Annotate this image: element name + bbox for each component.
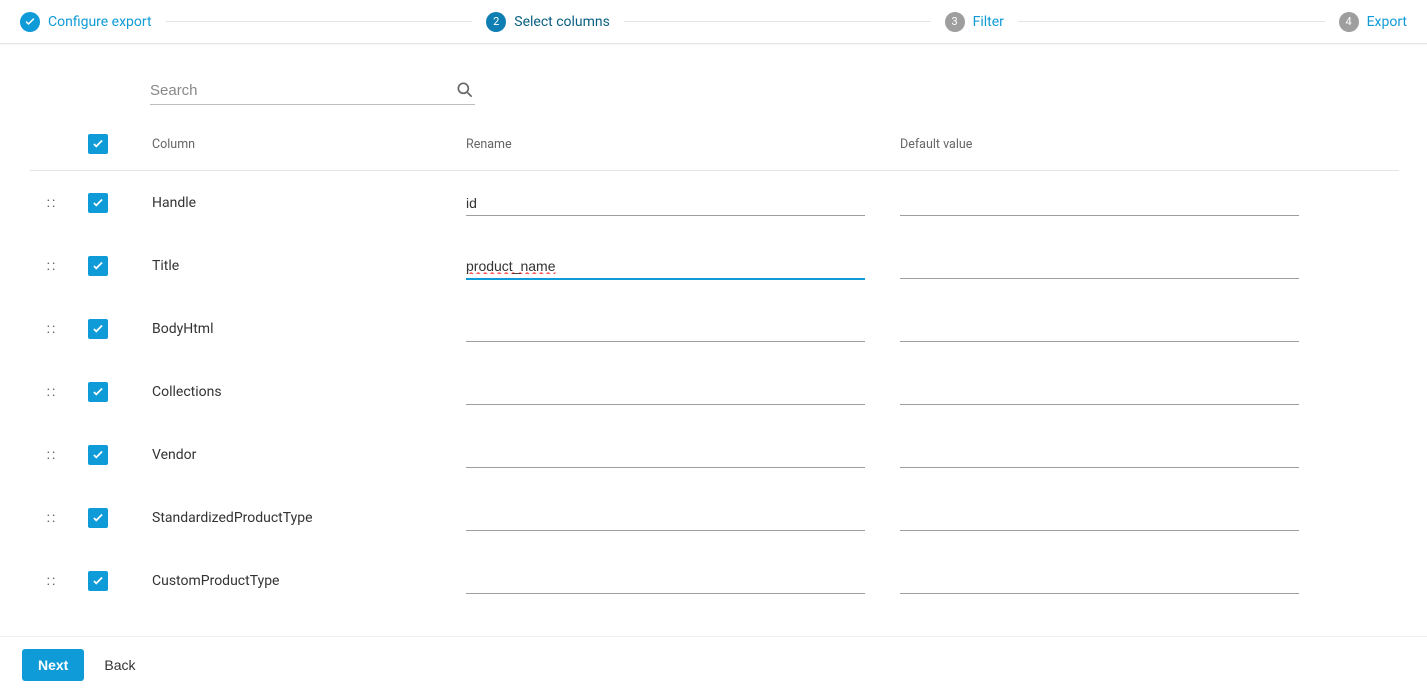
step-divider [624,21,931,22]
wizard-stepper: Configure export 2 Select columns 3 Filt… [0,0,1427,44]
table-row: ::Handle [30,171,1399,234]
column-name: Handle [152,195,452,211]
table-row: ::Collections [30,360,1399,423]
header-rename: Rename [466,137,886,152]
main-content: Column Rename Default value ::Handle::Ti… [0,52,1427,636]
rename-input[interactable] [466,378,865,405]
default-value-input[interactable] [900,441,1299,468]
search-input[interactable] [150,82,455,99]
search-field[interactable] [150,80,475,105]
columns-grid[interactable]: Column Rename Default value ::Handle::Ti… [30,122,1399,636]
column-name: StandardizedProductType [152,510,452,526]
row-checkbox[interactable] [88,256,108,276]
step-label: Select columns [514,14,610,30]
table-row: ::Title [30,234,1399,297]
table-row: ::BodyHtml [30,297,1399,360]
step-number-icon: 3 [945,12,965,32]
step-filter[interactable]: 3 Filter [945,12,1004,32]
header-column: Column [152,137,452,152]
table-row: ::StandardizedProductType [30,486,1399,549]
row-checkbox[interactable] [88,193,108,213]
drag-handle-icon[interactable]: :: [30,447,74,463]
column-name: CustomProductType [152,573,452,589]
rename-input[interactable] [466,441,865,468]
step-divider [1018,21,1325,22]
wizard-footer: Next Back [0,636,1427,692]
drag-handle-icon[interactable]: :: [30,573,74,589]
drag-handle-icon[interactable]: :: [30,321,74,337]
step-label: Export [1367,14,1407,30]
rename-input[interactable] [466,504,865,531]
grid-header-row: Column Rename Default value [30,122,1399,171]
step-select-columns[interactable]: 2 Select columns [486,12,610,32]
row-checkbox[interactable] [88,382,108,402]
row-checkbox[interactable] [88,319,108,339]
next-button[interactable]: Next [22,649,84,681]
table-row: ::Vendor [30,423,1399,486]
search-icon [455,80,475,100]
rename-input[interactable] [466,252,865,280]
default-value-input[interactable] [900,315,1299,342]
back-button[interactable]: Back [104,657,135,673]
rename-input[interactable] [466,315,865,342]
row-checkbox[interactable] [88,508,108,528]
step-divider [166,21,473,22]
table-row: ::CustomProductType [30,549,1399,612]
drag-handle-icon[interactable]: :: [30,195,74,211]
header-default: Default value [900,137,1320,152]
step-label: Filter [973,14,1004,30]
check-icon [20,12,40,32]
row-checkbox[interactable] [88,571,108,591]
column-name: BodyHtml [152,321,452,337]
select-all-checkbox[interactable] [88,134,108,154]
step-number-icon: 4 [1339,12,1359,32]
default-value-input[interactable] [900,252,1299,279]
step-export[interactable]: 4 Export [1339,12,1407,32]
drag-handle-icon[interactable]: :: [30,384,74,400]
drag-handle-icon[interactable]: :: [30,510,74,526]
default-value-input[interactable] [900,504,1299,531]
rename-input[interactable] [466,567,865,594]
step-label: Configure export [48,14,152,30]
default-value-input[interactable] [900,378,1299,405]
column-name: Vendor [152,447,452,463]
drag-handle-icon[interactable]: :: [30,258,74,274]
default-value-input[interactable] [900,567,1299,594]
step-configure-export[interactable]: Configure export [20,12,152,32]
row-checkbox[interactable] [88,445,108,465]
column-name: Collections [152,384,452,400]
step-number-icon: 2 [486,12,506,32]
column-name: Title [152,258,452,274]
rename-input[interactable] [466,189,865,216]
default-value-input[interactable] [900,189,1299,216]
